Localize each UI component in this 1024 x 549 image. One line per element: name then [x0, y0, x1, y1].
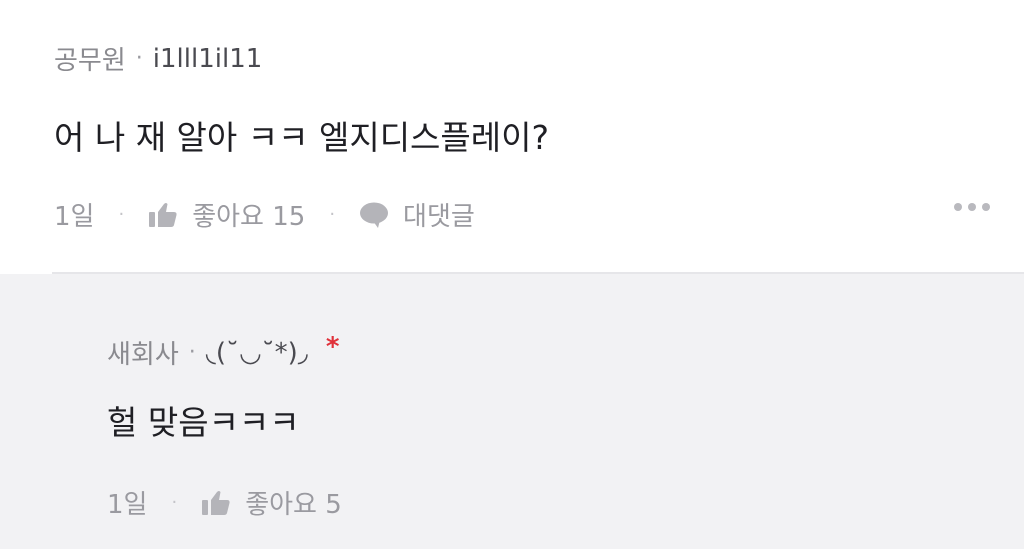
- dot: [982, 203, 990, 211]
- like-label: 좋아요 5: [245, 490, 342, 520]
- comment-category[interactable]: 공무원: [54, 40, 126, 77]
- dot: [954, 203, 962, 211]
- comment-nickname[interactable]: i1lll1il11: [153, 44, 263, 74]
- reply-meta: 새회사 · ◟(˘◡˘*)◞ *: [107, 331, 340, 371]
- meta-separator: ·: [188, 340, 196, 365]
- comment-action-bar: 1일 · 좋아요 15 · 대댓글: [54, 196, 475, 233]
- action-separator: ·: [171, 492, 178, 513]
- reply-action-bar: 1일 · 좋아요 5: [107, 484, 342, 521]
- speech-bubble-icon: [360, 202, 389, 228]
- reply-label: 대댓글: [403, 202, 475, 232]
- comment-meta: 공무원 · i1lll1il11: [54, 40, 262, 77]
- like-label: 좋아요 15: [192, 202, 306, 232]
- action-separator: ·: [118, 204, 125, 225]
- reply-time: 1일: [107, 490, 148, 520]
- thumbs-up-icon: [202, 490, 230, 515]
- like-button[interactable]: 좋아요 5: [201, 484, 342, 521]
- more-dots-icon[interactable]: [954, 203, 990, 211]
- reply-button[interactable]: 대댓글: [359, 196, 475, 233]
- reply-text: 헐 맞음ㅋㅋㅋ: [107, 403, 300, 442]
- reply-item: 새회사 · ◟(˘◡˘*)◞ * 헐 맞음ㅋㅋㅋ 1일 · 좋아요 5: [0, 274, 1024, 549]
- author-badge: *: [325, 331, 340, 362]
- dot: [968, 203, 976, 211]
- comment-time: 1일: [54, 202, 95, 232]
- thumbs-up-icon: [149, 202, 177, 227]
- reply-nickname[interactable]: ◟(˘◡˘*)◞: [206, 338, 308, 368]
- like-button[interactable]: 좋아요 15: [148, 196, 305, 233]
- reply-category[interactable]: 새회사: [107, 334, 179, 371]
- comment-item: 공무원 · i1lll1il11 어 나 재 알아 ㅋㅋ 엘지디스플레이? 1일…: [0, 0, 1024, 272]
- meta-separator: ·: [135, 46, 143, 71]
- comment-text: 어 나 재 알아 ㅋㅋ 엘지디스플레이?: [54, 118, 550, 157]
- action-separator: ·: [329, 204, 336, 225]
